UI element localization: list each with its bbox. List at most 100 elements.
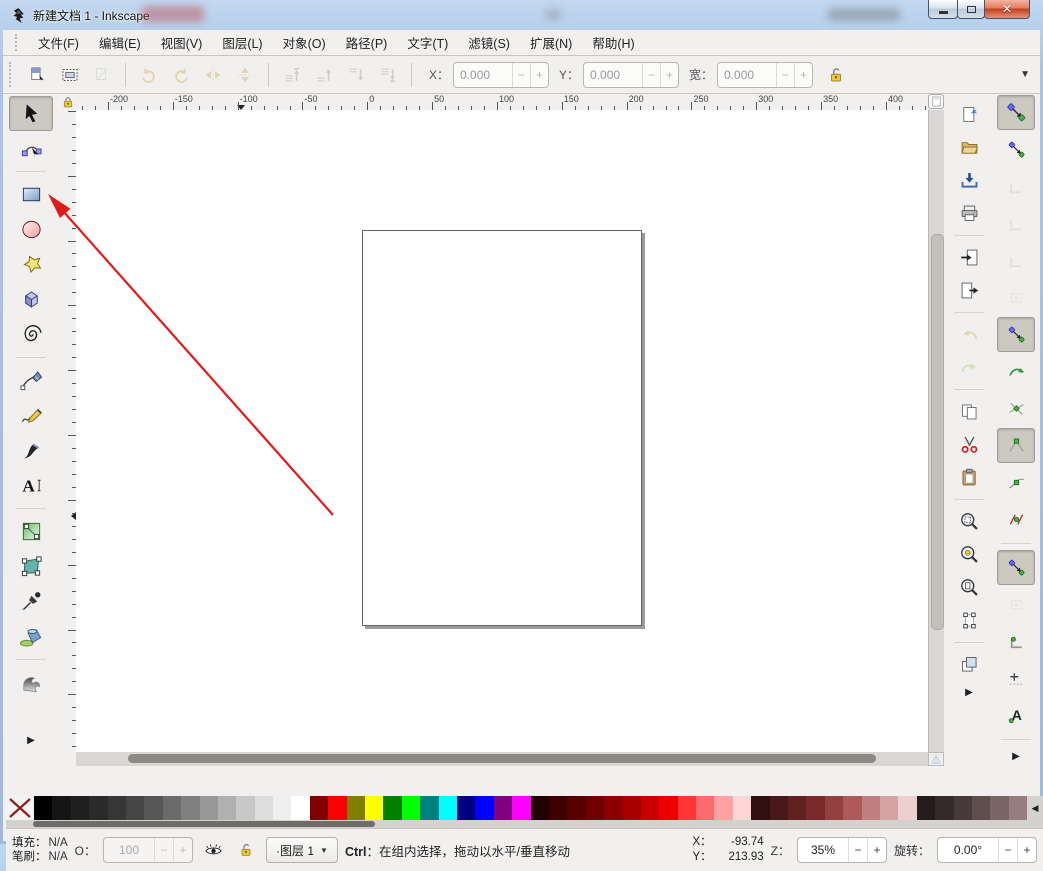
snap-bbox-edge-midpoints-button[interactable] [997,243,1035,278]
canvas[interactable] [76,110,928,752]
paste-button[interactable] [952,461,986,494]
menu-help[interactable]: 帮助(H) [582,29,644,56]
zoom-page-button[interactable] [952,571,986,604]
y-field-increase-button[interactable]: + [660,63,678,87]
gradient-tool[interactable] [9,514,53,549]
palette-swatch[interactable] [439,796,457,820]
palette-swatch[interactable] [972,796,990,820]
calligraphy-tool[interactable] [9,433,53,468]
raise-button[interactable] [309,60,339,90]
palette-swatch[interactable] [880,796,898,820]
ellipse-tool[interactable] [9,212,53,247]
tweak-tool[interactable] [9,665,53,700]
menu-file[interactable]: 文件(F) [28,29,89,56]
palette-swatch[interactable] [641,796,659,820]
menu-extensions[interactable]: 扩展(N) [520,29,582,56]
palette-swatch[interactable] [567,796,585,820]
menu-edit[interactable]: 编辑(E) [89,29,151,56]
vertical-ruler[interactable]: 400350300250200150100500-50 [59,110,77,752]
bezier-pen-tool[interactable] [9,363,53,398]
palette-swatch[interactable] [218,796,236,820]
snap-path-intersections-button[interactable] [997,391,1035,426]
palette-swatch[interactable] [255,796,273,820]
palette-swatch[interactable] [108,796,126,820]
palette-swatch[interactable] [144,796,162,820]
menu-filters[interactable]: 滤镜(S) [458,29,520,56]
palette-swatch[interactable] [475,796,493,820]
star-tool[interactable] [9,247,53,282]
palette-swatch[interactable] [163,796,181,820]
palette-swatch[interactable] [273,796,291,820]
toolbar-grip[interactable] [9,62,14,88]
toolbar-grip[interactable] [15,34,20,52]
vertical-scrollbar-thumb[interactable] [931,234,944,630]
text-tool[interactable]: A [9,468,53,503]
snap-smooth-nodes-button[interactable] [997,465,1035,500]
width-field-decrease-button[interactable]: − [776,63,794,87]
y-field[interactable]: 0.000−+ [583,62,679,88]
palette-swatch[interactable] [236,796,254,820]
snap-bbox-edges-button[interactable] [997,169,1035,204]
palette-swatch[interactable] [200,796,218,820]
palette-swatch[interactable] [678,796,696,820]
palette-swatch[interactable] [696,796,714,820]
palette-swatch[interactable] [733,796,751,820]
palette-swatch[interactable] [512,796,530,820]
palette-swatch[interactable] [714,796,732,820]
palette-swatch[interactable] [383,796,401,820]
snapbar-overflow-button[interactable]: ▶ [1012,751,1020,762]
palette-swatch[interactable] [494,796,512,820]
cut-button[interactable] [952,428,986,461]
palette-scrollbar-thumb[interactable] [33,821,375,827]
snap-line-midpoints-button[interactable] [997,502,1035,537]
palette-swatch[interactable] [917,796,935,820]
palette-swatch[interactable] [71,796,89,820]
menu-path[interactable]: 路径(P) [336,29,398,56]
lower-to-bottom-button[interactable] [373,60,403,90]
export-image-button[interactable] [952,274,986,307]
duplicate-button[interactable] [952,395,986,428]
snap-grid-guide-intersections-button[interactable] [997,661,1035,696]
palette-swatch[interactable] [1009,796,1027,820]
import-image-button[interactable] [952,241,986,274]
snap-bbox-corners-button[interactable] [997,206,1035,241]
undo-button[interactable] [952,318,986,351]
title-bar[interactable]: 新建文档 1 - Inkscape ✕ [0,0,1043,30]
snap-text-baseline-button[interactable]: A [997,698,1035,733]
palette-swatch[interactable] [751,796,769,820]
select-all-layers-button[interactable] [55,60,85,90]
ruler-corner-page-button[interactable] [928,94,944,109]
palette-swatch[interactable] [788,796,806,820]
x-field-decrease-button[interactable]: − [512,63,530,87]
palette-swatch[interactable] [806,796,824,820]
lock-ratio-icon[interactable] [827,66,845,84]
palette-swatch[interactable] [420,796,438,820]
width-field[interactable]: 0.000−+ [717,62,813,88]
snap-bounding-box-button[interactable] [997,132,1035,167]
x-field-increase-button[interactable]: + [530,63,548,87]
y-field-decrease-button[interactable]: − [642,63,660,87]
palette-swatch[interactable] [659,796,677,820]
zoom-selection-button[interactable] [952,505,986,538]
snap-object-centers-button[interactable] [997,587,1035,622]
menu-object[interactable]: 对象(O) [273,29,336,56]
palette-swatch[interactable] [365,796,383,820]
palette-swatch[interactable] [89,796,107,820]
snap-other-points-button[interactable] [997,550,1035,585]
horizontal-ruler[interactable]: -200-150-100-50050100150200250300350400 [76,94,928,111]
pencil-tool[interactable] [9,398,53,433]
palette-swatch[interactable] [862,796,880,820]
mesh-gradient-tool[interactable] [9,549,53,584]
lower-button[interactable] [341,60,371,90]
maximize-button[interactable] [957,0,985,19]
palette-swatch[interactable] [586,796,604,820]
redo-button[interactable] [952,351,986,384]
rotate-ccw-button[interactable] [134,60,164,90]
palette-swatch[interactable] [402,796,420,820]
flip-vertical-button[interactable] [230,60,260,90]
palette-swatch[interactable] [457,796,475,820]
x-field[interactable]: 0.000−+ [453,62,549,88]
horizontal-scrollbar-thumb[interactable] [128,754,876,763]
node-editor-tool[interactable] [9,131,53,166]
palette-swatch[interactable] [623,796,641,820]
